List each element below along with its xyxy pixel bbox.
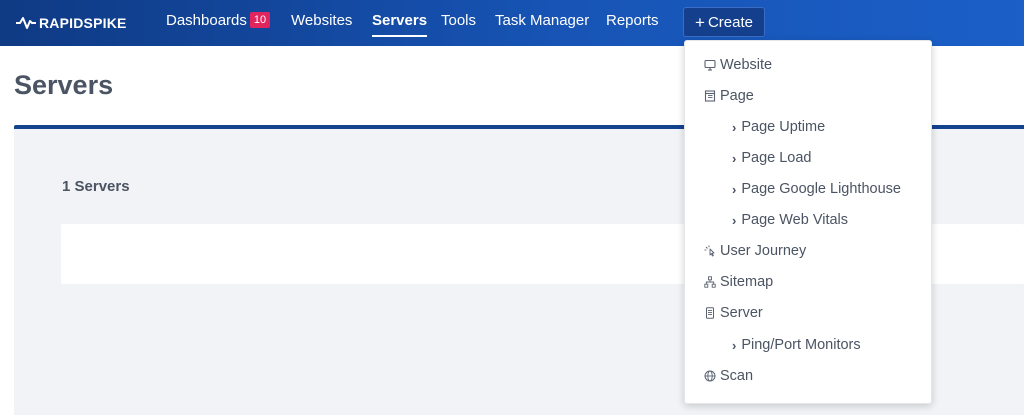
plus-icon: + xyxy=(695,12,705,32)
dashboards-count-badge: 10 xyxy=(249,12,271,28)
nav-websites[interactable]: Websites xyxy=(291,12,352,34)
chevron-right-icon: › xyxy=(732,150,737,166)
page-icon xyxy=(703,89,717,103)
nav-tools[interactable]: Tools xyxy=(441,12,476,34)
chevron-right-icon: › xyxy=(732,181,737,197)
menu-item-server[interactable]: Server xyxy=(703,301,763,325)
server-icon xyxy=(703,306,717,320)
menu-item-user-journey[interactable]: User Journey xyxy=(703,239,806,263)
nav-task-manager[interactable]: Task Manager xyxy=(495,12,589,34)
menu-item-page-google-lighthouse[interactable]: › Page Google Lighthouse xyxy=(732,177,901,201)
nav-servers[interactable]: Servers xyxy=(372,12,428,37)
chevron-right-icon: › xyxy=(732,337,737,353)
menu-item-sitemap-label: Sitemap xyxy=(720,274,774,290)
menu-item-website[interactable]: Website xyxy=(703,53,772,77)
pointer-icon xyxy=(703,244,717,258)
sitemap-icon xyxy=(703,275,717,289)
nav-reports[interactable]: Reports xyxy=(606,12,659,34)
chevron-right-icon: › xyxy=(732,212,737,228)
menu-item-ping-port-monitors[interactable]: › Ping/Port Monitors xyxy=(732,333,861,357)
menu-item-page-web-vitals[interactable]: › Page Web Vitals xyxy=(732,208,848,232)
monitor-icon xyxy=(703,58,717,72)
create-button[interactable]: + Create xyxy=(683,7,765,37)
servers-count: 1 Servers xyxy=(62,178,130,195)
menu-item-user-journey-label: User Journey xyxy=(720,243,807,259)
menu-item-sitemap[interactable]: Sitemap xyxy=(703,270,773,294)
nav-dashboards-label: Dashboards xyxy=(166,12,247,29)
create-button-label: Create xyxy=(707,13,753,31)
chevron-right-icon: › xyxy=(732,119,737,135)
page-title: Servers xyxy=(14,70,114,100)
menu-item-server-label: Server xyxy=(720,305,763,321)
nav-dashboards[interactable]: Dashboards 10 xyxy=(166,12,271,34)
globe-icon xyxy=(703,369,717,383)
menu-item-page-load-label: Page Load xyxy=(741,150,812,166)
menu-item-scan[interactable]: Scan xyxy=(703,364,753,388)
menu-item-page-google-lighthouse-label: Page Google Lighthouse xyxy=(741,181,901,197)
logo-mark-icon xyxy=(16,17,36,29)
rapidspike-logo[interactable]: RAPIDSPIKE xyxy=(15,0,145,46)
menu-item-website-label: Website xyxy=(720,57,773,73)
create-dropdown-menu: Website Page › Page Uptime › Page Load ›… xyxy=(684,40,932,404)
menu-item-page-web-vitals-label: Page Web Vitals xyxy=(741,212,849,228)
logo-text: RAPIDSPIKE xyxy=(39,15,127,31)
menu-item-page-uptime[interactable]: › Page Uptime xyxy=(732,115,825,139)
menu-item-page-uptime-label: Page Uptime xyxy=(741,119,826,135)
menu-item-ping-port-monitors-label: Ping/Port Monitors xyxy=(741,337,861,353)
menu-item-page-load[interactable]: › Page Load xyxy=(732,146,812,170)
menu-item-page[interactable]: Page xyxy=(703,84,754,108)
menu-item-scan-label: Scan xyxy=(720,368,754,384)
menu-item-page-label: Page xyxy=(720,88,754,104)
